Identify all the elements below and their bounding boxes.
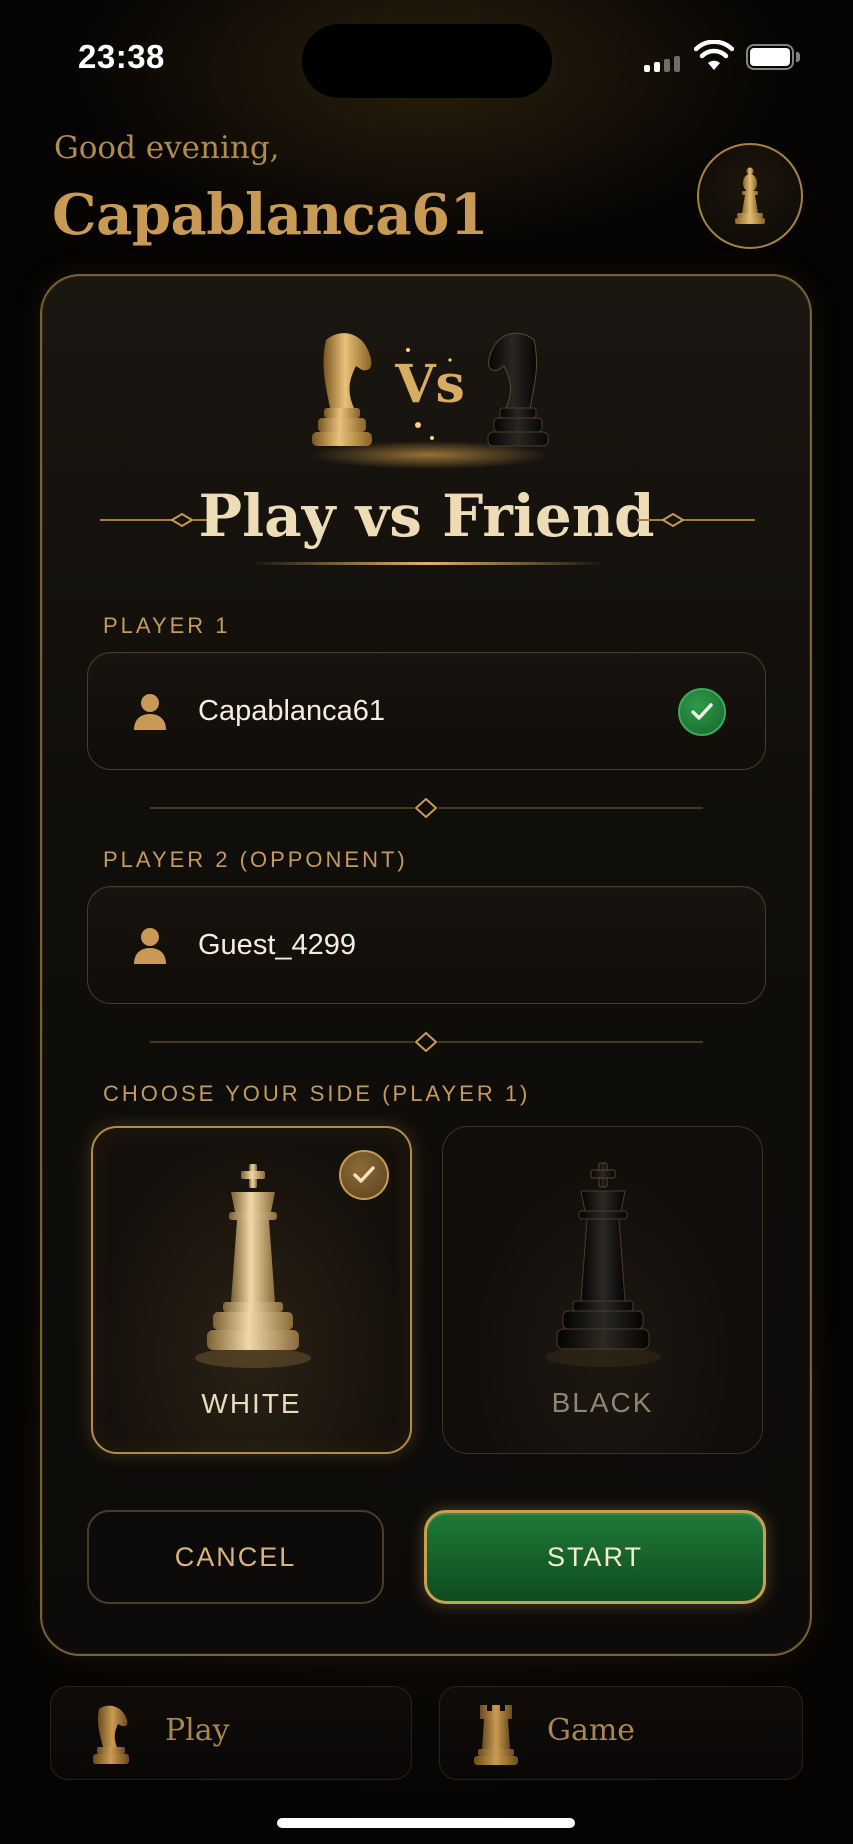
profile-avatar-button[interactable] — [697, 143, 803, 249]
player2-value: Guest_4299 — [198, 929, 357, 961]
tab-game[interactable]: Game — [439, 1686, 803, 1780]
cellular-signal-icon — [644, 52, 682, 72]
side-black-label: BLACK — [551, 1387, 654, 1418]
tab-game-label: Game — [547, 1713, 636, 1748]
knight-icon — [93, 1705, 129, 1764]
start-button[interactable]: START — [424, 1510, 766, 1604]
selected-check-icon — [339, 1150, 389, 1200]
person-icon — [134, 928, 166, 964]
side-option-black[interactable]: BLACK — [442, 1126, 763, 1454]
verified-check-icon — [678, 688, 726, 736]
rook-icon — [474, 1705, 518, 1765]
tab-play[interactable]: Play — [50, 1686, 412, 1780]
player2-label: PLAYER 2 (OPPONENT) — [103, 847, 408, 872]
gold-knight-icon — [312, 333, 372, 446]
greeting-text: Good evening, — [54, 130, 280, 166]
tab-play-label: Play — [165, 1713, 230, 1748]
white-king-icon — [195, 1164, 311, 1368]
knights-vs-illustration: Vs — [310, 332, 550, 469]
side-white-label: WHITE — [201, 1388, 302, 1419]
section-divider — [150, 798, 703, 818]
vs-label: Vs — [394, 354, 465, 415]
player2-field[interactable]: Guest_4299 — [87, 886, 766, 1004]
username-heading: Capablanca61 — [52, 182, 489, 248]
black-knight-icon — [487, 332, 549, 447]
status-time: 23:38 — [78, 38, 165, 75]
dynamic-island — [302, 24, 552, 98]
cancel-button[interactable]: CANCEL — [87, 1510, 384, 1604]
player1-label: PLAYER 1 — [103, 613, 231, 638]
wifi-icon — [694, 40, 734, 70]
title-underline — [250, 562, 604, 565]
person-icon — [134, 694, 166, 730]
player1-value: Capablanca61 — [198, 695, 386, 727]
bishop-icon — [735, 167, 765, 224]
section-divider — [150, 1032, 703, 1052]
black-king-icon — [545, 1162, 661, 1367]
home-indicator[interactable] — [277, 1818, 575, 1828]
battery-icon — [746, 44, 800, 70]
player1-field[interactable]: Capablanca61 — [87, 652, 766, 770]
title-ornament-right — [637, 512, 755, 528]
side-option-white[interactable]: WHITE — [91, 1126, 412, 1454]
choose-side-label: CHOOSE YOUR SIDE (PLAYER 1) — [103, 1081, 531, 1106]
